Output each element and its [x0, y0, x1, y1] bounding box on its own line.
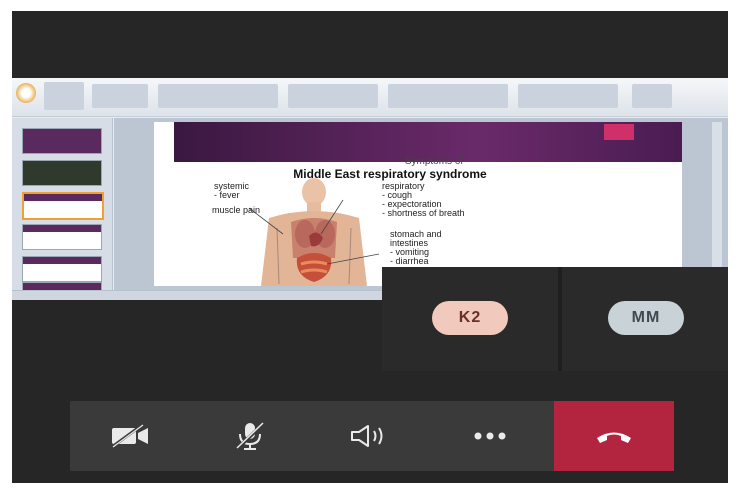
hang-up-icon — [597, 432, 631, 443]
symptom-systemic: systemic - fever — [214, 181, 250, 200]
speaker-button[interactable] — [310, 401, 430, 471]
powerpoint-ribbon — [12, 78, 728, 117]
slide-title-line1: Symptoms of — [404, 156, 464, 167]
ribbon-group-font — [158, 84, 278, 108]
slide-accent-block — [604, 124, 634, 140]
avatar: K2 — [432, 301, 508, 335]
slide-thumbnail-selected — [22, 192, 104, 220]
participant-tile-mm[interactable]: MM — [562, 267, 728, 371]
slide-scrollbar[interactable] — [712, 122, 722, 282]
speaker-icon — [351, 425, 383, 447]
slide-thumbnail — [22, 160, 102, 186]
participant-tiles: K2 MM — [382, 267, 728, 371]
more-options-icon — [474, 432, 506, 440]
current-slide: Symptoms of Middle East respiratory synd… — [154, 122, 682, 286]
slide-thumbnail — [22, 224, 102, 250]
ribbon-group-slides — [92, 84, 148, 108]
camera-off-icon — [111, 423, 148, 449]
call-control-bar — [70, 401, 674, 471]
slide-thumbnail-panel — [12, 118, 113, 292]
human-anatomy-figure — [248, 178, 380, 286]
toggle-mic-button[interactable] — [190, 401, 310, 471]
slide-thumbnail — [22, 128, 102, 154]
more-options-button[interactable] — [430, 401, 550, 471]
avatar: MM — [608, 301, 684, 335]
hang-up-button[interactable] — [554, 401, 674, 471]
video-call-window: Symptoms of Middle East respiratory synd… — [12, 11, 728, 483]
office-button-icon — [16, 83, 36, 103]
slide-editor: Symptoms of Middle East respiratory synd… — [114, 118, 728, 290]
ribbon-group-clipboard — [44, 82, 84, 110]
ribbon-group-drawing — [388, 84, 508, 108]
symptom-respiratory: respiratory - cough - expectoration - sh… — [382, 181, 465, 218]
slide-thumbnail — [22, 256, 102, 282]
symptom-gastro: stomach and intestines - vomiting - diar… — [390, 229, 442, 266]
toggle-camera-button[interactable] — [70, 401, 190, 471]
ribbon-group-paragraph — [288, 84, 378, 108]
ribbon-group-editing — [632, 84, 672, 108]
mic-off-icon — [235, 422, 265, 451]
symptom-muscle: muscle pain — [212, 205, 261, 215]
participant-tile-k2[interactable]: K2 — [382, 267, 558, 371]
ribbon-group-styles — [518, 84, 618, 108]
